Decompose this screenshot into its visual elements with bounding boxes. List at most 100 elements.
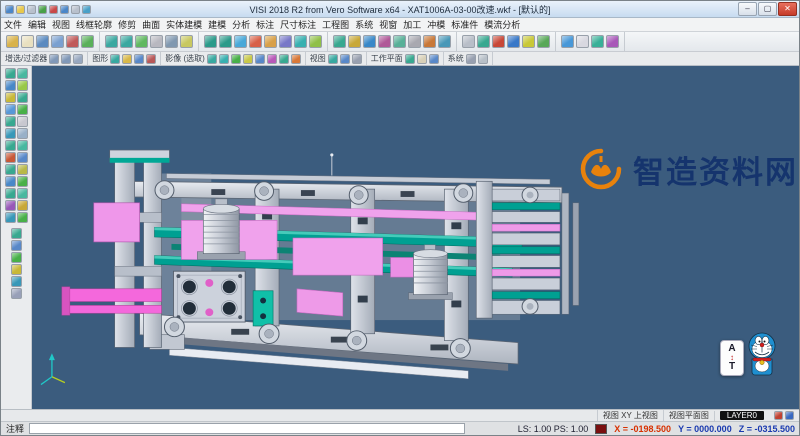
toolbar-icon[interactable]	[134, 54, 144, 64]
cad-model-canvas[interactable]	[32, 66, 799, 409]
left-toolbar-icon[interactable]	[11, 276, 22, 287]
toolbar-icon[interactable]	[243, 54, 253, 64]
toolbar-icon[interactable]	[21, 35, 34, 48]
left-toolbar-icon[interactable]	[17, 140, 28, 151]
left-toolbar-icon[interactable]	[5, 80, 16, 91]
toolbar-icon[interactable]	[264, 35, 277, 48]
menu-item[interactable]: 实体建模	[163, 18, 205, 31]
layer-chip[interactable]: LAYER0	[720, 411, 764, 420]
toolbar-icon[interactable]	[328, 54, 338, 64]
toolbar-icon[interactable]	[291, 54, 301, 64]
quick-access-icon[interactable]	[60, 5, 69, 14]
left-toolbar-icon[interactable]	[17, 128, 28, 139]
maximize-button[interactable]: ▢	[758, 2, 777, 16]
toolbar-icon[interactable]	[234, 35, 247, 48]
menu-item[interactable]: 标注	[253, 18, 277, 31]
status-icon[interactable]	[785, 411, 794, 420]
toolbar-icon[interactable]	[378, 35, 391, 48]
toolbar-icon[interactable]	[408, 35, 421, 48]
quick-access-icon[interactable]	[38, 5, 47, 14]
toolbar-icon[interactable]	[150, 35, 163, 48]
toolbar-icon[interactable]	[73, 54, 83, 64]
menu-item[interactable]: 修剪	[115, 18, 139, 31]
close-button[interactable]: ✕	[778, 2, 797, 16]
toolbar-icon[interactable]	[405, 54, 415, 64]
left-toolbar-icon[interactable]	[17, 80, 28, 91]
toolbar-icon[interactable]	[478, 54, 488, 64]
left-toolbar-icon[interactable]	[17, 164, 28, 175]
quick-access-icon[interactable]	[16, 5, 25, 14]
left-toolbar-icon[interactable]	[17, 200, 28, 211]
toolbar-icon[interactable]	[561, 35, 574, 48]
toolbar-icon[interactable]	[105, 35, 118, 48]
left-toolbar-icon[interactable]	[5, 212, 16, 223]
left-toolbar-icon[interactable]	[11, 228, 22, 239]
menu-item[interactable]: 编辑	[25, 18, 49, 31]
left-toolbar-icon[interactable]	[17, 92, 28, 103]
status-icon[interactable]	[774, 411, 783, 420]
toolbar-icon[interactable]	[36, 35, 49, 48]
toolbar-icon[interactable]	[393, 35, 406, 48]
left-toolbar-icon[interactable]	[17, 188, 28, 199]
toolbar-icon[interactable]	[180, 35, 193, 48]
menu-item[interactable]: 尺寸标注	[277, 18, 319, 31]
view-plane-label[interactable]: 视图平面图	[663, 410, 714, 421]
quick-access-icon[interactable]	[27, 5, 36, 14]
layer-indicator[interactable]: LAYER0	[714, 411, 769, 421]
toolbar-icon[interactable]	[110, 54, 120, 64]
toolbar-icon[interactable]	[309, 35, 322, 48]
left-toolbar-icon[interactable]	[17, 68, 28, 79]
active-color-swatch[interactable]	[595, 424, 607, 434]
toolbar-icon[interactable]	[49, 54, 59, 64]
menu-item[interactable]: 线框轮廓	[73, 18, 115, 31]
toolbar-icon[interactable]	[120, 35, 133, 48]
toolbar-icon[interactable]	[279, 35, 292, 48]
toolbar-icon[interactable]	[462, 35, 475, 48]
toolbar-icon[interactable]	[165, 35, 178, 48]
toolbar-icon[interactable]	[81, 35, 94, 48]
left-toolbar-icon[interactable]	[5, 92, 16, 103]
toolbar-icon[interactable]	[477, 35, 490, 48]
quick-access-icon[interactable]	[82, 5, 91, 14]
left-toolbar-icon[interactable]	[11, 288, 22, 299]
toolbar-icon[interactable]	[51, 35, 64, 48]
minimize-button[interactable]: –	[738, 2, 757, 16]
menu-item[interactable]: 视图	[49, 18, 73, 31]
toolbar-icon[interactable]	[6, 35, 19, 48]
toolbar-icon[interactable]	[522, 35, 535, 48]
menu-item[interactable]: 标准件	[448, 18, 481, 31]
left-toolbar-icon[interactable]	[5, 164, 16, 175]
left-toolbar-icon[interactable]	[5, 128, 16, 139]
toolbar-icon[interactable]	[507, 35, 520, 48]
toolbar-icon[interactable]	[204, 35, 217, 48]
toolbar-icon[interactable]	[333, 35, 346, 48]
left-toolbar-icon[interactable]	[11, 264, 22, 275]
toolbar-icon[interactable]	[576, 35, 589, 48]
menu-item[interactable]: 加工	[400, 18, 424, 31]
toolbar-icon[interactable]	[219, 35, 232, 48]
toolbar-icon[interactable]	[66, 35, 79, 48]
menu-item[interactable]: 曲面	[139, 18, 163, 31]
left-toolbar-icon[interactable]	[5, 200, 16, 211]
toolbar-icon[interactable]	[219, 54, 229, 64]
toolbar-icon[interactable]	[429, 54, 439, 64]
toolbar-icon[interactable]	[417, 54, 427, 64]
menu-item[interactable]: 文件	[1, 18, 25, 31]
toolbar-icon[interactable]	[294, 35, 307, 48]
toolbar-icon[interactable]	[279, 54, 289, 64]
quick-access-icon[interactable]	[49, 5, 58, 14]
toolbar-icon[interactable]	[146, 54, 156, 64]
left-toolbar-icon[interactable]	[17, 104, 28, 115]
left-toolbar-icon[interactable]	[5, 68, 16, 79]
toolbar-icon[interactable]	[423, 35, 436, 48]
left-toolbar-icon[interactable]	[5, 104, 16, 115]
left-toolbar-icon[interactable]	[5, 116, 16, 127]
left-toolbar-icon[interactable]	[17, 152, 28, 163]
menu-item[interactable]: 视窗	[376, 18, 400, 31]
toolbar-icon[interactable]	[466, 54, 476, 64]
left-toolbar-icon[interactable]	[11, 252, 22, 263]
toolbar-icon[interactable]	[207, 54, 217, 64]
toolbar-icon[interactable]	[348, 35, 361, 48]
toolbar-icon[interactable]	[537, 35, 550, 48]
left-toolbar-icon[interactable]	[5, 188, 16, 199]
